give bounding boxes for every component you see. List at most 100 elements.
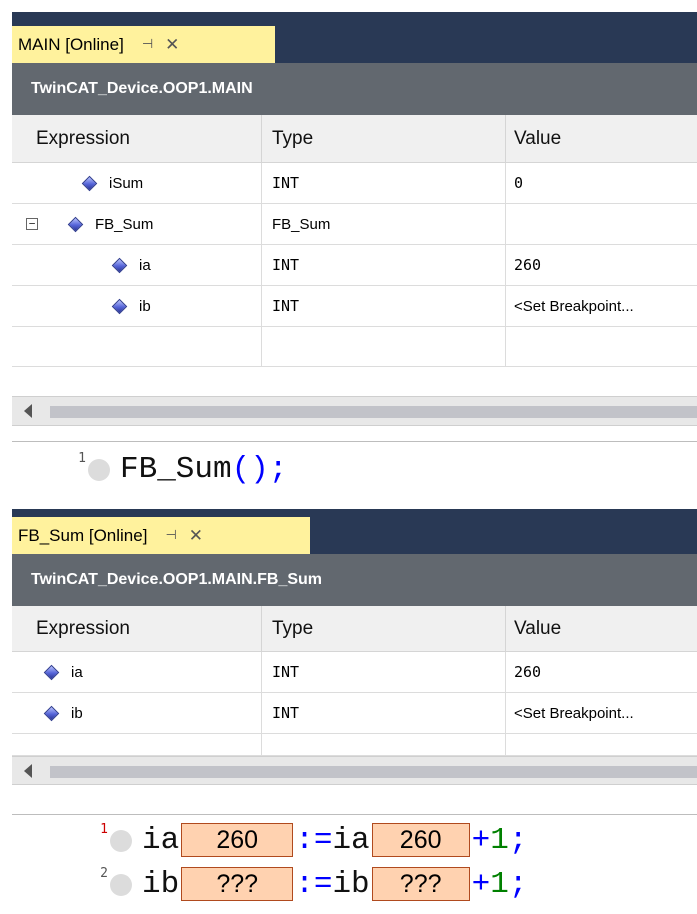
watch-grid: Expression Type Value iSum INT 0 − FB_Su… <box>12 115 697 367</box>
code-editor[interactable]: 1 ia 260:= ia 260 +1; 2 ib???:= ib??? +1; <box>12 816 697 914</box>
code-line: 2 ib???:= ib??? +1; <box>12 864 697 904</box>
watch-grid: Expression Type Value ia INT 260 ib INT … <box>12 606 697 756</box>
column-header-expression[interactable]: Expression <box>12 115 262 163</box>
instance-path-bar: TwinCAT_Device.OOP1.MAIN <box>12 63 697 115</box>
collapse-icon[interactable]: − <box>26 218 38 230</box>
value-cell[interactable]: <Set Breakpoint... <box>506 286 697 326</box>
code-line: 1 FB_Sum (); <box>12 449 697 489</box>
numeric-literal: 1 <box>490 822 509 858</box>
variable-icon <box>43 705 60 721</box>
type-cell: FB_Sum <box>262 204 506 244</box>
code-text: ia 260:= ia 260 +1; <box>142 820 527 860</box>
document-tab-strip: MAIN [Online] ⊣ ✕ <box>12 12 697 63</box>
type-cell: INT <box>262 693 506 733</box>
inline-value-box[interactable]: 260 <box>371 823 470 857</box>
numeric-literal: 1 <box>490 866 509 902</box>
value-cell[interactable]: 260 <box>506 652 697 692</box>
table-row[interactable]: iSum INT 0 <box>12 163 697 204</box>
top-caption-strip <box>0 0 697 12</box>
plus-operator: + <box>471 822 491 858</box>
value-cell[interactable]: <Set Breakpoint... <box>506 693 697 733</box>
fb-call-suffix: (); <box>231 451 288 487</box>
fb-sum-online-panel: FB_Sum [Online] ⊣ ✕ TwinCAT_Device.OOP1.… <box>12 509 697 914</box>
close-icon[interactable]: ✕ <box>165 35 179 55</box>
tab-title: MAIN [Online] <box>18 34 124 54</box>
instance-path: TwinCAT_Device.OOP1.MAIN.FB_Sum <box>31 571 323 588</box>
column-header-expression[interactable]: Expression <box>12 606 262 652</box>
code-variable: ia <box>142 822 180 858</box>
type-cell: INT <box>262 163 506 203</box>
close-icon[interactable]: ✕ <box>189 526 203 546</box>
code-variable: ia <box>332 822 370 858</box>
tab-main-online[interactable]: MAIN [Online] ⊣ ✕ <box>12 26 275 63</box>
type-cell: INT <box>262 245 506 285</box>
code-variable: ib <box>142 866 180 902</box>
variable-icon <box>67 216 84 232</box>
code-text: ib???:= ib??? +1; <box>142 864 527 904</box>
left-margin <box>0 12 12 914</box>
horizontal-scrollbar[interactable] <box>12 396 697 426</box>
type-cell: INT <box>262 652 506 692</box>
inline-value-box[interactable]: ??? <box>181 867 294 901</box>
expression-cell: iSum <box>109 174 144 192</box>
table-row[interactable]: ia INT 260 <box>12 245 697 286</box>
variable-icon <box>43 664 60 680</box>
table-row[interactable]: ib INT <Set Breakpoint... <box>12 286 697 327</box>
splitter[interactable] <box>12 785 697 815</box>
tab-fb-sum-online[interactable]: FB_Sum [Online] ⊣ ✕ <box>12 517 310 554</box>
scroll-left-icon[interactable] <box>24 404 32 418</box>
scroll-left-icon[interactable] <box>24 764 32 778</box>
table-row[interactable]: − FB_Sum FB_Sum <box>12 204 697 245</box>
scroll-thumb[interactable] <box>50 406 697 418</box>
type-cell: INT <box>262 286 506 326</box>
value-cell[interactable] <box>506 204 697 244</box>
tab-title: FB_Sum [Online] <box>18 525 148 545</box>
expression-cell: ib <box>139 297 151 315</box>
document-tab-strip: FB_Sum [Online] ⊣ ✕ <box>12 509 697 554</box>
line-number: 1 <box>78 451 86 466</box>
scroll-thumb[interactable] <box>50 766 697 778</box>
grid-header: Expression Type Value <box>12 115 697 163</box>
breakpoint-gutter-icon[interactable] <box>110 874 132 896</box>
main-online-panel: MAIN [Online] ⊣ ✕ TwinCAT_Device.OOP1.MA… <box>12 12 697 497</box>
splitter[interactable] <box>12 426 697 442</box>
variable-icon <box>111 257 128 273</box>
assign-operator: := <box>295 822 333 858</box>
expression-cell: ia <box>139 256 151 274</box>
breakpoint-gutter-icon[interactable] <box>110 830 132 852</box>
variable-icon <box>81 175 98 191</box>
panel-gap <box>12 497 697 509</box>
column-header-value[interactable]: Value <box>506 115 697 163</box>
code-line: 1 ia 260:= ia 260 +1; <box>12 820 697 860</box>
breakpoint-gutter-icon[interactable] <box>88 459 110 481</box>
empty-row[interactable] <box>12 327 697 367</box>
code-text: FB_Sum (); <box>120 449 287 489</box>
semicolon: ; <box>508 822 528 858</box>
horizontal-scrollbar[interactable] <box>12 756 697 785</box>
column-header-value[interactable]: Value <box>506 606 697 652</box>
expression-cell: FB_Sum <box>95 215 154 233</box>
expression-cell: ia <box>71 663 83 681</box>
inline-value-box[interactable]: 260 <box>181 823 294 857</box>
plus-operator: + <box>471 866 491 902</box>
column-header-type[interactable]: Type <box>262 115 506 163</box>
pin-icon[interactable]: ⊣ <box>142 37 153 52</box>
table-row[interactable]: ia INT 260 <box>12 652 697 693</box>
assign-operator: := <box>295 866 333 902</box>
table-row[interactable]: ib INT <Set Breakpoint... <box>12 693 697 734</box>
instance-path-bar: TwinCAT_Device.OOP1.MAIN.FB_Sum <box>12 554 697 606</box>
instance-path: TwinCAT_Device.OOP1.MAIN <box>31 80 253 97</box>
inline-value-box[interactable]: ??? <box>371 867 470 901</box>
value-cell[interactable]: 260 <box>506 245 697 285</box>
fb-call-name: FB_Sum <box>120 451 232 487</box>
pin-icon[interactable]: ⊣ <box>165 528 176 543</box>
code-editor[interactable]: 1 FB_Sum (); <box>12 443 697 497</box>
line-number: 1 <box>100 822 108 837</box>
column-header-type[interactable]: Type <box>262 606 506 652</box>
semicolon: ; <box>508 866 528 902</box>
value-cell[interactable]: 0 <box>506 163 697 203</box>
variable-icon <box>111 298 128 314</box>
grid-blank-area <box>12 368 697 396</box>
empty-row[interactable] <box>12 734 697 756</box>
expression-cell: ib <box>71 704 83 722</box>
